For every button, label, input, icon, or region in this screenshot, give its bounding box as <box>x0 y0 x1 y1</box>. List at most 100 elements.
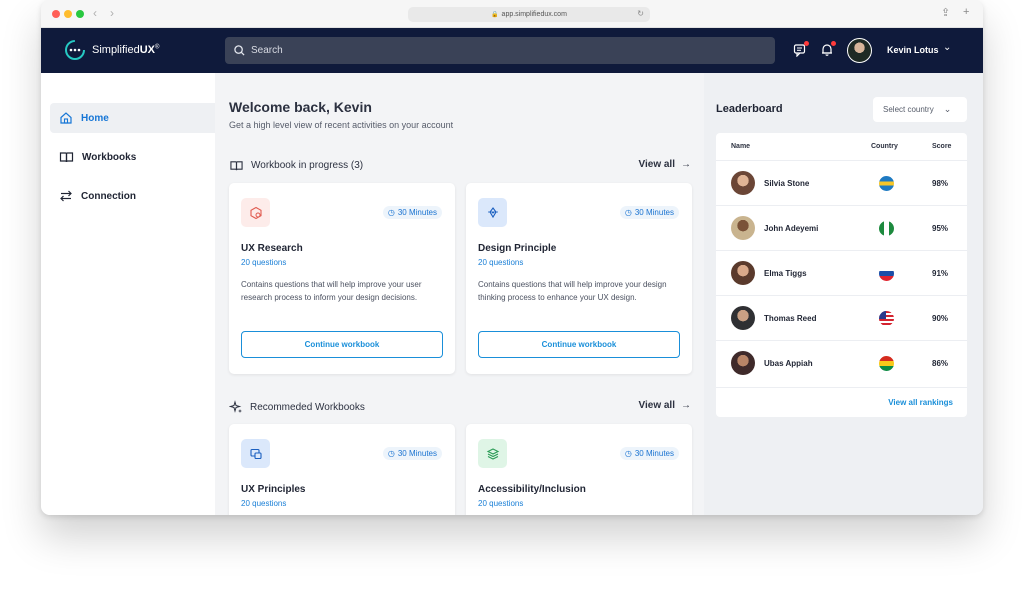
flag-bahamas-icon <box>879 176 894 191</box>
duration-text: 30 Minutes <box>634 208 674 217</box>
browser-window: ‹ › 🔒 app.simplifiedux.com ↻ ⇪ + Simplif… <box>41 0 983 515</box>
leaderboard-footer: View all rankings <box>716 387 967 417</box>
forward-arrow-icon[interactable]: › <box>110 6 114 20</box>
design-pen-icon <box>478 198 507 227</box>
arrow-right-icon: → <box>681 159 691 170</box>
table-row[interactable]: John Adeyemi 95% <box>716 205 967 250</box>
recommended-card[interactable]: ◷ 30 Minutes UX Principles 20 questions <box>229 424 455 515</box>
sidebar: Home Workbooks Connection <box>41 73 215 515</box>
column-header-country: Country <box>871 143 898 150</box>
share-icon[interactable]: ⇪ <box>941 6 950 19</box>
sidebar-item-connection[interactable]: Connection <box>50 181 215 211</box>
duration-badge: ◷ 30 Minutes <box>382 206 442 219</box>
notifications-badge <box>831 41 836 46</box>
search-bar[interactable] <box>225 37 775 64</box>
view-all-rankings-link[interactable]: View all rankings <box>888 398 953 407</box>
sidebar-item-home[interactable]: Home <box>50 103 215 133</box>
chevron-down-icon: ⌄ <box>943 104 952 114</box>
player-name: John Adeyemi <box>764 224 819 233</box>
messages-badge <box>804 41 809 46</box>
home-icon <box>60 112 72 124</box>
table-row[interactable]: Silvia Stone 98% <box>716 160 967 205</box>
column-header-name: Name <box>731 143 751 150</box>
view-all-label: View all <box>638 159 675 170</box>
card-title: Accessibility/Inclusion <box>478 484 586 495</box>
card-description: Contains questions that will help improv… <box>241 280 422 302</box>
close-window-button[interactable] <box>52 10 60 18</box>
avatar <box>731 351 755 375</box>
back-arrow-icon[interactable]: ‹ <box>93 6 97 20</box>
duration-badge: ◷ 30 Minutes <box>382 447 442 460</box>
logo-prefix: Simplified <box>92 44 140 56</box>
country-select[interactable]: Select country ⌄ <box>873 97 967 122</box>
player-name: Elma Tiggs <box>764 269 807 278</box>
duration-text: 30 Minutes <box>634 449 674 458</box>
card-question-count: 20 questions <box>241 499 287 508</box>
flag-ghana-icon <box>879 356 894 371</box>
clock-icon: ◷ <box>387 449 395 458</box>
leaderboard-panel: Leaderboard Select country ⌄ Name Countr… <box>704 73 983 515</box>
search-input[interactable] <box>251 45 731 56</box>
sidebar-item-workbooks[interactable]: Workbooks <box>50 142 215 172</box>
address-text: app.simplifiedux.com <box>501 11 567 18</box>
page-title: Welcome back, Kevin <box>229 99 372 115</box>
clock-icon: ◷ <box>624 449 632 458</box>
in-progress-heading: Workbook in progress (3) <box>229 159 363 172</box>
flag-usa-icon <box>879 311 894 326</box>
minimize-window-button[interactable] <box>64 10 72 18</box>
workbook-card[interactable]: ◷ 30 Minutes Design Principle 20 question… <box>466 183 692 374</box>
continue-workbook-button[interactable]: Continue workbook <box>241 331 443 358</box>
card-title: UX Research <box>241 243 303 254</box>
avatar <box>731 261 755 285</box>
avatar <box>731 171 755 195</box>
duration-text: 30 Minutes <box>397 449 437 458</box>
card-question-count: 20 questions <box>241 258 287 267</box>
player-score: 90% <box>932 314 949 323</box>
user-name[interactable]: Kevin Lotus <box>887 45 939 55</box>
card-question-count: 20 questions <box>478 499 524 508</box>
arrow-right-icon: → <box>681 400 691 411</box>
recommended-heading: Recommeded Workbooks <box>229 400 365 414</box>
column-header-score: Score <box>932 143 952 150</box>
chevron-down-icon[interactable]: ⌄ <box>943 42 951 53</box>
recommended-card[interactable]: ◷ 30 Minutes Accessibility/Inclusion 20 q… <box>466 424 692 515</box>
table-row[interactable]: Ubas Appiah 86% <box>716 340 967 385</box>
sidebar-item-label: Workbooks <box>82 151 137 163</box>
avatar <box>731 306 755 330</box>
main-content: Welcome back, Kevin Get a high level vie… <box>215 73 704 515</box>
research-cube-icon <box>241 198 270 227</box>
workbook-card[interactable]: ◷ 30 Minutes UX Research 20 questions Con… <box>229 183 455 374</box>
view-all-recommended-link[interactable]: View all → <box>638 400 691 411</box>
logo-text: SimplifiedUX® <box>92 44 159 56</box>
duration-text: 30 Minutes <box>397 208 437 217</box>
messages-icon[interactable] <box>793 41 809 58</box>
view-all-in-progress-link[interactable]: View all → <box>638 159 691 170</box>
user-avatar[interactable] <box>847 38 872 63</box>
player-score: 86% <box>932 359 949 368</box>
bell-icon[interactable] <box>820 41 836 57</box>
player-score: 91% <box>932 269 949 278</box>
arrows-swap-icon <box>60 190 72 202</box>
address-bar[interactable]: 🔒 app.simplifiedux.com ↻ <box>408 7 650 22</box>
card-question-count: 20 questions <box>478 258 524 267</box>
card-title: UX Principles <box>241 484 306 495</box>
logo-mark-icon <box>63 40 87 60</box>
flag-nigeria-icon <box>879 221 894 236</box>
continue-workbook-button[interactable]: Continue workbook <box>478 331 680 358</box>
duration-badge: ◷ 30 Minutes <box>619 206 679 219</box>
layers-icon <box>478 439 507 468</box>
player-score: 98% <box>932 179 949 188</box>
book-icon <box>59 152 74 163</box>
card-description: Contains questions that will help improv… <box>478 280 667 302</box>
view-all-label: View all <box>638 400 675 411</box>
maximize-window-button[interactable] <box>76 10 84 18</box>
table-row[interactable]: Elma Tiggs 91% <box>716 250 967 295</box>
table-row[interactable]: Thomas Reed 90% <box>716 295 967 340</box>
screens-icon <box>241 439 270 468</box>
reload-icon[interactable]: ↻ <box>637 9 644 18</box>
page-subtitle: Get a high level view of recent activiti… <box>229 120 454 130</box>
logo[interactable]: SimplifiedUX® <box>63 40 159 60</box>
new-tab-icon[interactable]: + <box>963 6 969 18</box>
logo-registered: ® <box>154 44 160 51</box>
leaderboard-title: Leaderboard <box>716 103 783 115</box>
